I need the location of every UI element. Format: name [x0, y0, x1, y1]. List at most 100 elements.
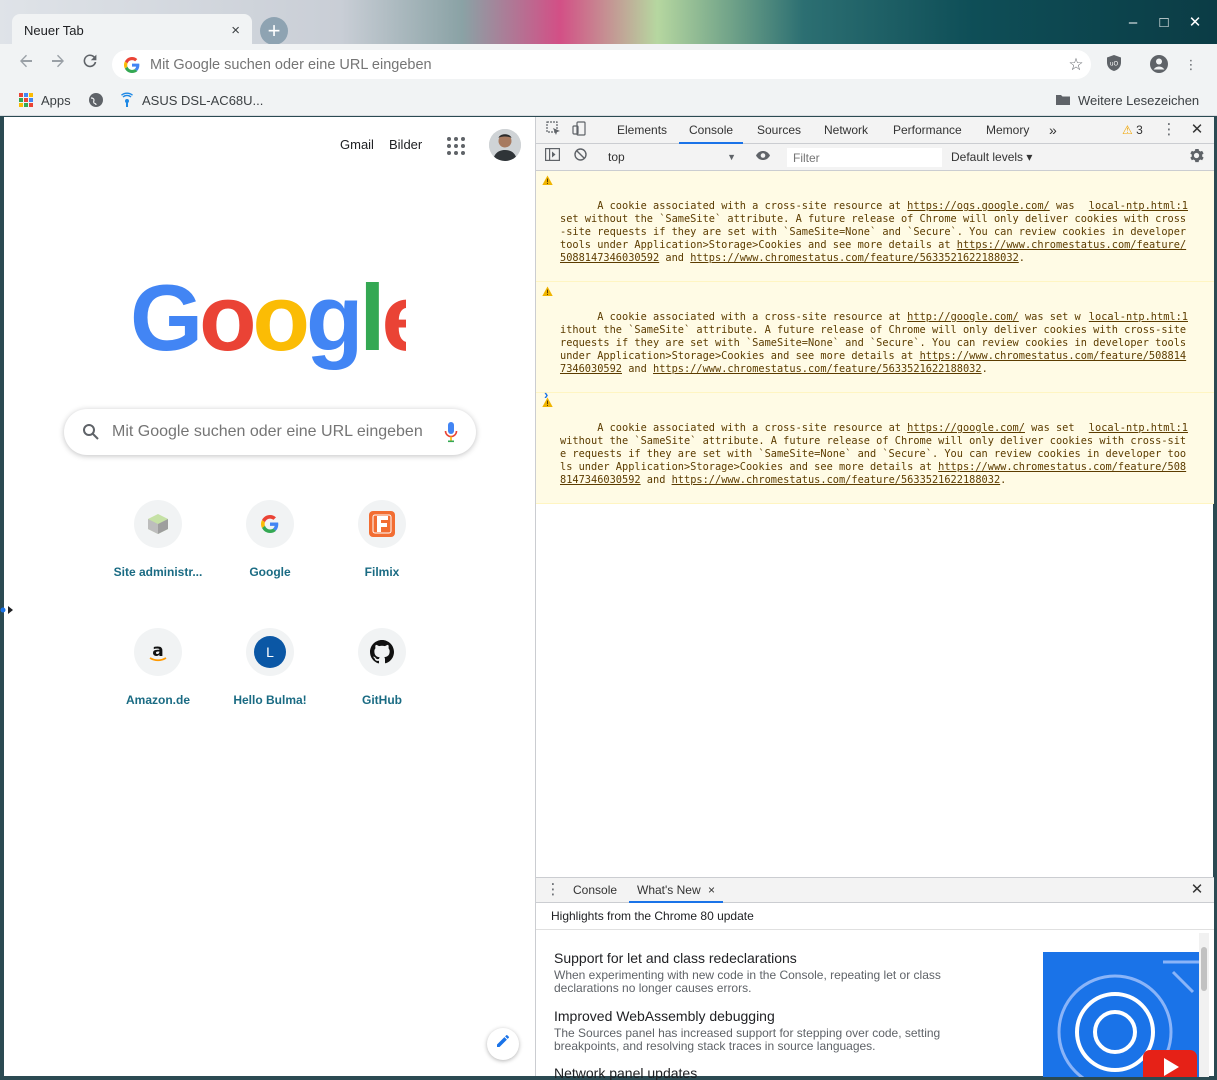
shortcut-tile[interactable]: Filmix [326, 500, 438, 579]
google-g-icon [124, 56, 140, 73]
tab-title: Neuer Tab [24, 22, 84, 38]
console-toolbar: top ▼ Default levels ▾ [536, 144, 1214, 171]
tab-new-tab[interactable]: Neuer Tab × [12, 14, 252, 46]
whats-new-item[interactable]: Network panel updates [554, 1065, 994, 1080]
tab-performance[interactable]: Performance [893, 117, 962, 144]
log-levels-dropdown[interactable]: Default levels ▾ [951, 148, 1032, 167]
google-logo: Google [130, 272, 406, 370]
star-icon[interactable]: ☆ [1061, 55, 1091, 75]
minimize-button[interactable]: – [1122, 12, 1144, 34]
shortcut-label: Hello Bulma! [233, 693, 307, 707]
drawer-menu-kebab-icon[interactable]: ⋮ [544, 881, 562, 899]
svg-text:Google: Google [130, 272, 406, 370]
shortcut-tile[interactable]: L Hello Bulma! [214, 628, 326, 707]
drawer-tab-close-icon[interactable]: × [708, 883, 715, 897]
bookmark-other-folder[interactable]: Weitere Lesezeichen [1055, 89, 1199, 111]
live-expression-eye-icon[interactable] [754, 148, 772, 166]
context-select[interactable]: top ▼ [600, 148, 740, 167]
maximize-button[interactable]: □ [1153, 12, 1175, 34]
ntp-search-input[interactable] [112, 423, 444, 441]
tab-memory[interactable]: Memory [986, 117, 1029, 144]
console-messages: local-ntp.html:1 A cookie associated with… [536, 171, 1214, 504]
gmail-link[interactable]: Gmail [340, 137, 374, 152]
message-text: . [1018, 252, 1025, 264]
warning-icon [542, 175, 553, 185]
tab-elements[interactable]: Elements [617, 117, 667, 144]
chromestatus-link[interactable]: https://www.chromestatus.com/feature/563… [690, 252, 1019, 264]
console-prompt[interactable]: › [544, 387, 548, 402]
warning-icon: ⚠ [1122, 123, 1133, 137]
title-bar: Neuer Tab × + – □ ✕ [0, 0, 1217, 46]
source-link[interactable]: local-ntp.html:1 [1089, 200, 1188, 213]
microphone-icon[interactable] [444, 421, 458, 443]
drawer-tab-label: What's New [637, 883, 701, 897]
inspect-element-icon[interactable] [544, 121, 562, 139]
whats-new-item[interactable]: Improved WebAssembly debugging The Sourc… [554, 1008, 994, 1053]
shortcut-tile[interactable]: a Amazon.de [102, 628, 214, 707]
source-link[interactable]: local-ntp.html:1 [1089, 422, 1188, 435]
tab-sources[interactable]: Sources [757, 117, 801, 144]
shortcut-tile[interactable]: GitHub [326, 628, 438, 707]
clear-console-icon[interactable] [571, 148, 589, 166]
source-link[interactable]: local-ntp.html:1 [1089, 311, 1188, 324]
drawer-tab-whats-new[interactable]: What's New × [629, 878, 723, 903]
chromestatus-link[interactable]: https://www.chromestatus.com/feature/563… [653, 363, 982, 375]
google-apps-icon[interactable] [447, 137, 465, 155]
chrome-devtools-graphic-icon [1043, 952, 1199, 1077]
whats-new-item[interactable]: Support for let and class redeclarations… [554, 950, 994, 995]
message-url-link[interactable]: https://ogs.google.com/ [907, 200, 1050, 212]
omnibox-input[interactable] [150, 56, 1061, 73]
shortcut-tile[interactable]: Google [214, 500, 326, 579]
tab-network[interactable]: Network [824, 117, 868, 144]
bookmark-other-label: Weitere Lesezeichen [1078, 92, 1200, 108]
drawer-close-icon[interactable]: ✕ [1188, 881, 1206, 899]
dropdown-caret-icon: ▼ [727, 152, 736, 162]
close-window-button[interactable]: ✕ [1184, 12, 1206, 34]
scrollbar-thumb[interactable] [1201, 947, 1207, 991]
forward-arrow-icon[interactable] [46, 52, 70, 76]
warning-counter[interactable]: ⚠ 3 [1122, 117, 1143, 144]
new-tab-button[interactable]: + [260, 17, 288, 45]
devtools-menu-kebab-icon[interactable]: ⋮ [1160, 121, 1178, 139]
tab-console[interactable]: Console [679, 117, 744, 144]
customize-pencil-button[interactable] [487, 1028, 519, 1060]
ublock-icon[interactable]: uO [1103, 54, 1125, 76]
bookmark-apps[interactable]: Apps [18, 89, 71, 111]
letter-avatar: L [254, 636, 286, 668]
tab-close-icon[interactable]: × [231, 22, 240, 39]
devtools-panel: Elements Console Sources Network Perform… [535, 117, 1214, 1080]
drawer-tab-console[interactable]: Console [573, 878, 617, 903]
message-url-link[interactable]: https://google.com/ [907, 422, 1025, 434]
folder-icon [1056, 95, 1070, 105]
omnibox[interactable]: ☆ [112, 50, 1091, 79]
message-url-link[interactable]: http://google.com/ [907, 311, 1019, 323]
shortcut-label: Site administr... [113, 565, 203, 579]
shortcut-tile[interactable]: Site administr... [102, 500, 214, 579]
svg-text:a: a [152, 641, 163, 661]
resize-handle-icon[interactable] [0, 604, 14, 616]
chromestatus-link[interactable]: https://www.chromestatus.com/feature/563… [672, 474, 1001, 486]
message-text: A cookie associated with a cross-site re… [597, 311, 908, 323]
avatar[interactable] [489, 129, 521, 161]
images-link[interactable]: Bilder [389, 137, 422, 152]
whats-new-video-thumbnail[interactable] [1043, 952, 1199, 1077]
message-text: A cookie associated with a cross-site re… [597, 422, 908, 434]
reload-icon[interactable] [78, 52, 102, 76]
device-toolbar-icon[interactable] [570, 121, 588, 139]
ntp-search-box[interactable] [64, 409, 476, 455]
message-text: and [640, 474, 672, 486]
profile-icon[interactable] [1148, 54, 1170, 76]
show-sidebar-icon[interactable] [543, 148, 561, 166]
menu-kebab-icon[interactable]: ⋮ [1180, 54, 1202, 76]
filmix-icon [358, 500, 406, 548]
warning-count: 3 [1136, 123, 1143, 137]
console-settings-gear-icon[interactable] [1187, 148, 1205, 166]
more-tabs-chevron-icon[interactable]: » [1049, 117, 1057, 144]
devtools-close-icon[interactable]: ✕ [1188, 121, 1206, 139]
scrollbar[interactable] [1199, 933, 1209, 1077]
console-filter-input[interactable] [787, 148, 942, 167]
bookmark-globe[interactable] [88, 89, 111, 111]
bookmark-asus[interactable]: ASUS DSL-AC68U... [119, 89, 263, 111]
back-arrow-icon[interactable] [14, 52, 38, 76]
shortcut-label: Filmix [364, 565, 400, 579]
